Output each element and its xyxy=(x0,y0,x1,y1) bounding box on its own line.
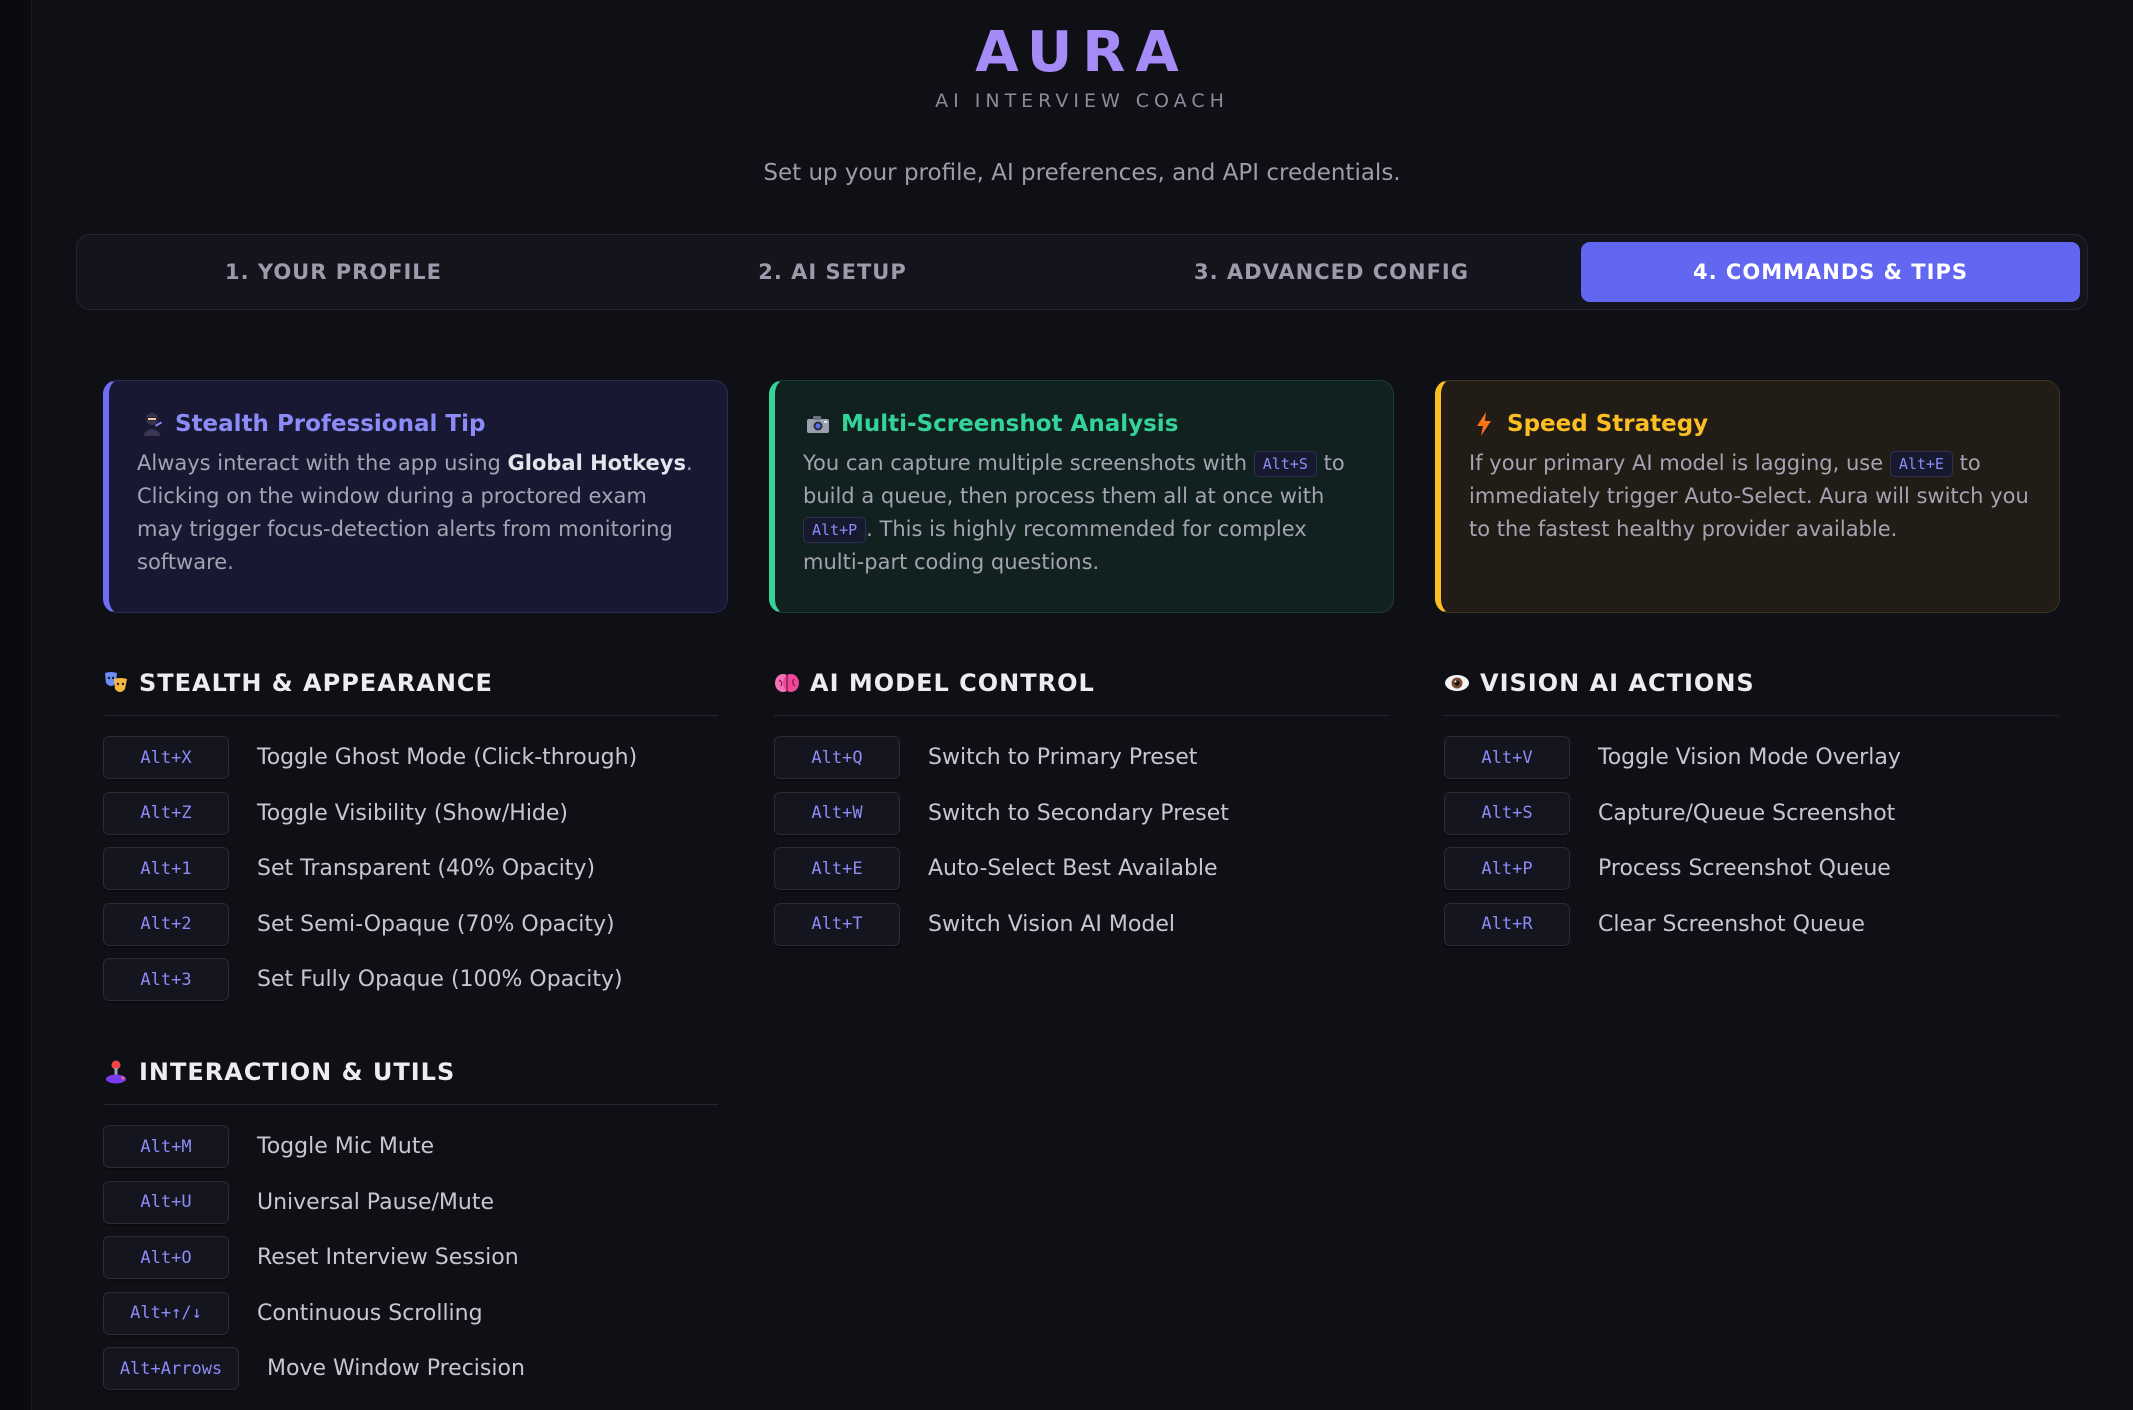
shortcut-key[interactable]: Alt+W xyxy=(774,791,900,835)
theater-masks-icon xyxy=(103,670,129,696)
shortcut-key[interactable]: Alt+3 xyxy=(103,958,229,1002)
vision-ai-actions-section: VISION AI ACTIONS Alt+V Toggle Vision Mod… xyxy=(1444,664,2059,952)
shortcut-key[interactable]: Alt+↑/↓ xyxy=(103,1291,229,1335)
shortcut-row: Alt+X Toggle Ghost Mode (Click-through) xyxy=(103,730,718,786)
shortcut-label: Capture/Queue Screenshot xyxy=(1598,800,1896,826)
shortcut-label: Auto-Select Best Available xyxy=(928,856,1218,882)
inline-key-alt-p: Alt+P xyxy=(803,517,867,543)
shortcut-label: Toggle Mic Mute xyxy=(257,1134,434,1160)
shortcut-label: Switch to Secondary Preset xyxy=(928,800,1229,826)
window-edge xyxy=(0,0,32,1410)
shortcut-row: Alt+R Clear Screenshot Queue xyxy=(1444,897,2059,953)
shortcut-label: Switch to Primary Preset xyxy=(928,745,1198,771)
camera-icon xyxy=(805,411,831,437)
speed-strategy-tip-title: Speed Strategy xyxy=(1507,411,1709,437)
speed-strategy-tip-text: If your primary AI model is lagging, use… xyxy=(1469,451,2029,541)
shortcut-row: Alt+Arrows Move Window Precision xyxy=(103,1341,718,1397)
multi-screenshot-tip-title: Multi-Screenshot Analysis xyxy=(841,411,1179,437)
shortcut-label: Set Semi-Opaque (70% Opacity) xyxy=(257,911,615,937)
shortcut-row: Alt+T Switch Vision AI Model xyxy=(774,897,1389,953)
shortcut-key[interactable]: Alt+Arrows xyxy=(103,1347,239,1391)
shortcut-key[interactable]: Alt+O xyxy=(103,1236,229,1280)
multi-screenshot-tip-text: You can capture multiple screenshots wit… xyxy=(803,451,1345,574)
settings-page: AURA AI INTERVIEW COACH Set up your prof… xyxy=(32,0,2133,1410)
ninja-icon xyxy=(139,411,165,437)
ai-model-control-section: AI MODEL CONTROL Alt+Q Switch to Primary … xyxy=(774,664,1389,952)
lightning-icon xyxy=(1471,411,1497,437)
shortcut-row: Alt+↑/↓ Continuous Scrolling xyxy=(103,1286,718,1342)
shortcut-key[interactable]: Alt+1 xyxy=(103,847,229,891)
inline-key-alt-s: Alt+S xyxy=(1253,451,1317,477)
shortcut-row: Alt+W Switch to Secondary Preset xyxy=(774,786,1389,842)
shortcut-label: Move Window Precision xyxy=(267,1356,525,1382)
eye-icon xyxy=(1444,670,1470,696)
multi-screenshot-tip-card: Multi-Screenshot Analysis You can captur… xyxy=(769,380,1394,613)
shortcut-label: Reset Interview Session xyxy=(257,1245,519,1271)
joystick-icon xyxy=(103,1059,129,1085)
shortcut-label: Universal Pause/Mute xyxy=(257,1189,495,1215)
shortcut-key[interactable]: Alt+T xyxy=(774,902,900,946)
shortcut-label: Toggle Visibility (Show/Hide) xyxy=(257,800,569,826)
shortcut-row: Alt+V Toggle Vision Mode Overlay xyxy=(1444,730,2059,786)
shortcut-key[interactable]: Alt+U xyxy=(103,1180,229,1224)
stealth-appearance-section: STEALTH & APPEARANCE Alt+X Toggle Ghost M… xyxy=(103,664,718,1008)
app-subtitle: AI INTERVIEW COACH xyxy=(935,90,1229,112)
stealth-tip-title: Stealth Professional Tip xyxy=(175,411,486,437)
interaction-utils-section: INTERACTION & UTILS Alt+M Toggle Mic Mute… xyxy=(103,1053,718,1397)
tab-ai-setup[interactable]: 2. AI SETUP xyxy=(583,242,1082,302)
app-title: AURA xyxy=(975,20,1189,85)
shortcut-label: Switch Vision AI Model xyxy=(928,911,1175,937)
shortcut-label: Toggle Vision Mode Overlay xyxy=(1598,745,1901,771)
shortcut-row: Alt+O Reset Interview Session xyxy=(103,1230,718,1286)
brand-header: AURA AI INTERVIEW COACH xyxy=(32,20,2132,112)
setup-tabs: 1. YOUR PROFILE 2. AI SETUP 3. ADVANCED … xyxy=(76,234,2088,310)
shortcut-key[interactable]: Alt+S xyxy=(1444,791,1570,835)
brain-icon xyxy=(774,670,800,696)
shortcut-row: Alt+1 Set Transparent (40% Opacity) xyxy=(103,841,718,897)
shortcut-row: Alt+E Auto-Select Best Available xyxy=(774,841,1389,897)
shortcut-key[interactable]: Alt+E xyxy=(774,847,900,891)
shortcut-row: Alt+Q Switch to Primary Preset xyxy=(774,730,1389,786)
shortcut-key[interactable]: Alt+P xyxy=(1444,847,1570,891)
vision-ai-actions-title: VISION AI ACTIONS xyxy=(1480,668,1755,697)
speed-strategy-tip-card: Speed Strategy If your primary AI model … xyxy=(1435,380,2060,613)
shortcut-key[interactable]: Alt+R xyxy=(1444,902,1570,946)
shortcut-label: Set Fully Opaque (100% Opacity) xyxy=(257,967,623,993)
shortcut-row: Alt+U Universal Pause/Mute xyxy=(103,1175,718,1231)
shortcut-label: Continuous Scrolling xyxy=(257,1300,483,1326)
interaction-utils-title: INTERACTION & UTILS xyxy=(139,1057,456,1086)
shortcut-key[interactable]: Alt+Q xyxy=(774,736,900,780)
shortcut-label: Toggle Ghost Mode (Click-through) xyxy=(257,745,638,771)
shortcut-row: Alt+Z Toggle Visibility (Show/Hide) xyxy=(103,786,718,842)
shortcut-row: Alt+3 Set Fully Opaque (100% Opacity) xyxy=(103,952,718,1008)
global-hotkeys-emphasis: Global Hotkeys xyxy=(507,451,686,475)
shortcut-row: Alt+2 Set Semi-Opaque (70% Opacity) xyxy=(103,897,718,953)
shortcut-key[interactable]: Alt+V xyxy=(1444,736,1570,780)
tab-commands-tips[interactable]: 4. COMMANDS & TIPS xyxy=(1581,242,2080,302)
tab-advanced-config[interactable]: 3. ADVANCED CONFIG xyxy=(1082,242,1581,302)
inline-key-alt-e: Alt+E xyxy=(1889,451,1953,477)
shortcut-key[interactable]: Alt+X xyxy=(103,736,229,780)
stealth-appearance-title: STEALTH & APPEARANCE xyxy=(139,668,493,697)
shortcut-key[interactable]: Alt+2 xyxy=(103,902,229,946)
shortcut-label: Process Screenshot Queue xyxy=(1598,856,1891,882)
tab-your-profile[interactable]: 1. YOUR PROFILE xyxy=(84,242,583,302)
shortcut-row: Alt+M Toggle Mic Mute xyxy=(103,1119,718,1175)
shortcut-row: Alt+P Process Screenshot Queue xyxy=(1444,841,2059,897)
stealth-tip-card: Stealth Professional Tip Always interact… xyxy=(103,380,728,613)
intro-text: Set up your profile, AI preferences, and… xyxy=(763,160,1401,186)
shortcut-key[interactable]: Alt+M xyxy=(103,1125,229,1169)
shortcut-label: Set Transparent (40% Opacity) xyxy=(257,856,596,882)
shortcut-row: Alt+S Capture/Queue Screenshot xyxy=(1444,786,2059,842)
shortcut-label: Clear Screenshot Queue xyxy=(1598,911,1865,937)
ai-model-control-title: AI MODEL CONTROL xyxy=(810,668,1095,697)
stealth-tip-text: Always interact with the app using Globa… xyxy=(137,451,693,574)
shortcut-key[interactable]: Alt+Z xyxy=(103,791,229,835)
